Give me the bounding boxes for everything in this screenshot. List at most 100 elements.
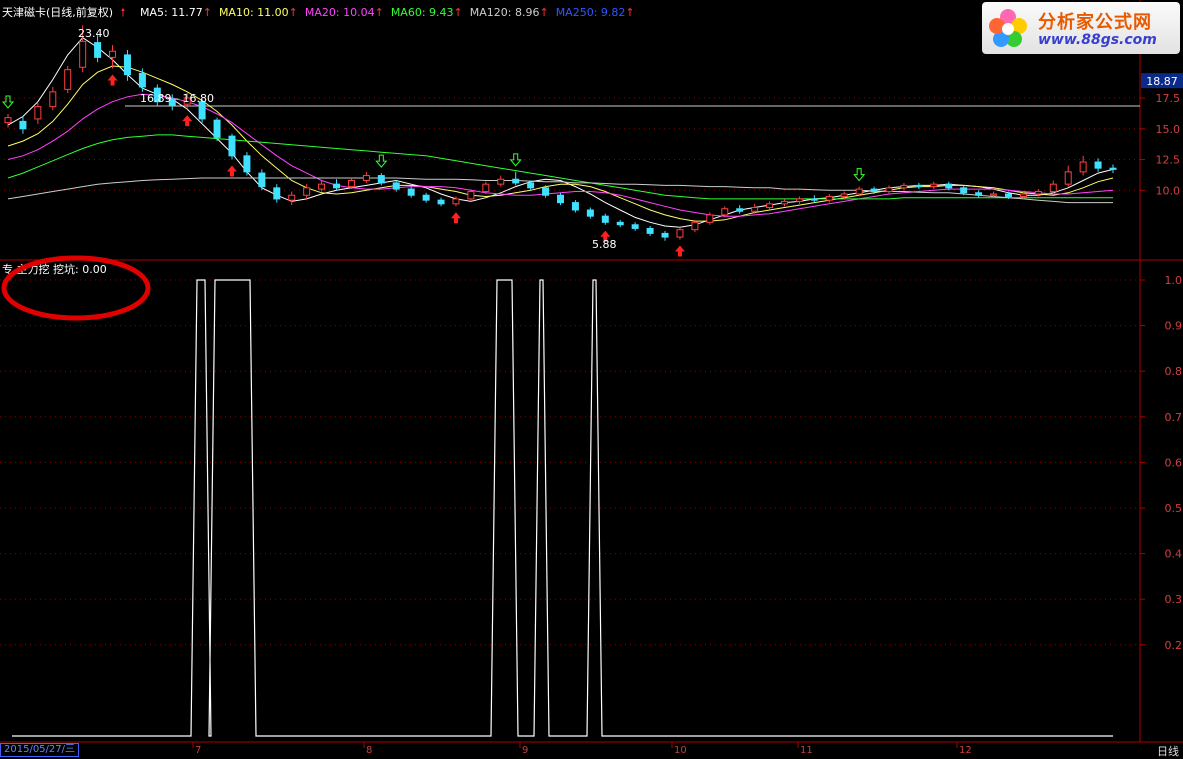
ma10-label: MA10: 11.00 [218, 6, 289, 19]
candle-body [34, 106, 42, 120]
candle-body [64, 69, 72, 90]
candle-body [79, 40, 87, 68]
sell-arrow-icon [375, 154, 388, 168]
candle-body [960, 187, 968, 194]
sell-arrow-icon [853, 168, 866, 182]
candle-body [258, 172, 266, 188]
buy-arrow-icon [450, 212, 461, 224]
candle-body [945, 183, 953, 189]
candle-body [273, 187, 281, 200]
indicator-tick-label: 1.0 [1165, 274, 1183, 287]
highlight-circle [1, 255, 151, 321]
indicator-line [12, 279, 1113, 737]
brand-logo[interactable]: 分析家公式网 www.88gs.com [982, 2, 1180, 54]
candle-body [795, 198, 803, 202]
candle-body [855, 188, 863, 195]
x-tick-label: 11 [800, 745, 813, 755]
ma-legend: MA5: 11.77↑ MA10: 11.00↑ MA20: 10.04↑ MA… [140, 6, 635, 19]
candle-body [736, 208, 744, 212]
candle-body [676, 229, 684, 238]
price-tick-label: 17.5 [1156, 92, 1181, 105]
candle-body [885, 187, 893, 193]
candle-body [601, 215, 609, 223]
indicator-tick-label: 0.8 [1165, 365, 1183, 378]
x-tick-label: 10 [674, 745, 687, 755]
candle-body [138, 72, 146, 88]
flower-icon [989, 9, 1027, 47]
indicator-tick-label: 0.9 [1165, 320, 1183, 333]
buy-arrow-icon [182, 115, 193, 127]
candle-body [213, 119, 221, 138]
candle-body [1004, 193, 1012, 197]
indicator-tick-label: 0.6 [1165, 456, 1183, 469]
candle-body [542, 187, 550, 196]
candle-body [930, 183, 938, 188]
period-label[interactable]: 日线 [1157, 743, 1179, 759]
candle-body [422, 194, 430, 201]
candle-body [661, 232, 669, 238]
candle-body [288, 194, 296, 201]
candle-body [527, 182, 535, 189]
candle-body [780, 200, 788, 205]
indicator-tick-label: 0.7 [1165, 411, 1183, 424]
candle-body [766, 203, 774, 209]
candle-body [1034, 191, 1042, 195]
ma250-label: MA250: 9.82 [555, 6, 626, 19]
candle-body [975, 192, 983, 196]
sell-arrow-icon [509, 153, 522, 167]
buy-arrow-icon [674, 245, 685, 257]
up-arrow-icon: 🠕 [120, 6, 126, 19]
candle-body [49, 91, 57, 108]
candle-body [825, 195, 833, 201]
candle-body [497, 178, 505, 185]
candle-body [512, 178, 520, 184]
buy-arrow-icon [226, 165, 237, 177]
indicator-tick-label: 0.5 [1165, 502, 1183, 515]
candle-body [347, 179, 355, 188]
price-tick-label: 12.5 [1156, 154, 1181, 167]
ma5-label: MA5: 11.77 [140, 6, 203, 19]
indicator-tick-label: 0.4 [1165, 548, 1183, 561]
candle-body [318, 183, 326, 190]
candle-body [616, 221, 624, 226]
candle-body [990, 193, 998, 196]
candle-body [392, 182, 400, 190]
logo-title: 分析家公式网 [1038, 12, 1152, 33]
indicator-tick-label: 0.3 [1165, 593, 1183, 606]
candle-body [915, 184, 923, 188]
candle-body [557, 194, 564, 204]
price-annotation: 23.40 [78, 27, 110, 40]
candle-body [751, 207, 759, 212]
candle-body [362, 175, 370, 181]
x-tick-label: 9 [522, 745, 528, 755]
candle-body [691, 221, 699, 231]
indicator-tick-label: 0.2 [1165, 639, 1183, 652]
candle-body [437, 199, 445, 205]
candle-body [586, 209, 594, 217]
candle-body [646, 227, 654, 234]
candle-body [1094, 161, 1102, 169]
price-annotation: 16.89 - 16.80 [140, 92, 214, 105]
candle-body [721, 208, 729, 216]
candle-body [1049, 183, 1057, 193]
candle-body [228, 135, 236, 157]
candle-body [243, 155, 251, 173]
candle-body [571, 202, 579, 211]
candle-body [1109, 167, 1117, 170]
price-tick-label: 10.0 [1156, 184, 1181, 197]
x-tick-label: 12 [959, 745, 972, 755]
price-annotation: 5.88 [592, 238, 617, 251]
candle-body [1064, 171, 1072, 185]
candle-body [4, 117, 12, 124]
candle-body [123, 54, 131, 76]
buy-arrow-icon [107, 74, 118, 86]
candle-body [109, 50, 117, 58]
candle-body [706, 214, 714, 223]
ma120-label: MA120: 8.96 [469, 6, 540, 19]
candle-body [631, 224, 639, 229]
candle-body [467, 191, 475, 200]
ma60-label: MA60: 9.43 [390, 6, 454, 19]
candle-body [1019, 193, 1027, 197]
stock-chart[interactable]: 23.40 16.89 - 16.80 5.88 17.5 15.0 12.5 10.0 1… [0, 0, 1183, 755]
candle-body [482, 183, 490, 193]
